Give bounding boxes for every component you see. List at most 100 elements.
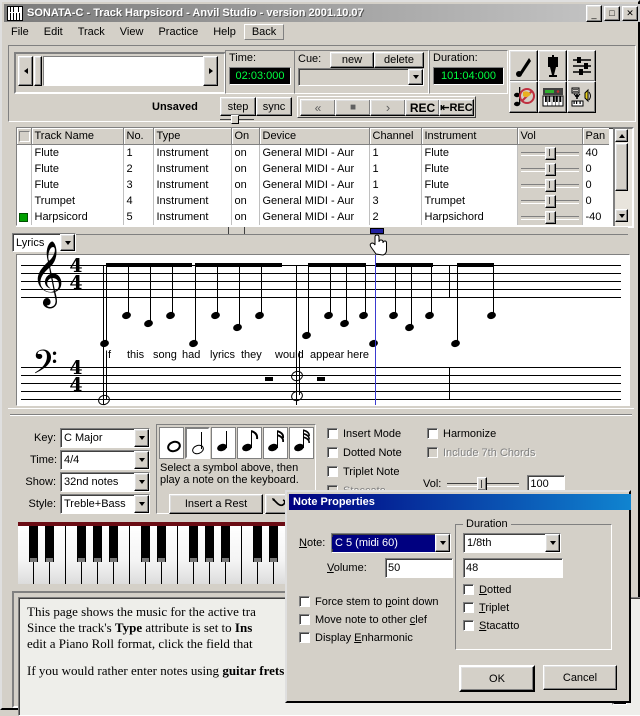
- guitar-pick-icon[interactable]: [509, 50, 538, 82]
- cell-on[interactable]: on: [231, 177, 260, 193]
- minimize-button[interactable]: _: [586, 5, 602, 22]
- cell-instrument[interactable]: Flute: [421, 144, 518, 161]
- checkbox-box[interactable]: [327, 466, 338, 477]
- step-button[interactable]: step: [220, 97, 256, 116]
- cell-channel[interactable]: 2: [369, 209, 422, 225]
- cell-vol[interactable]: [517, 144, 583, 161]
- cell-type[interactable]: Instrument: [153, 209, 232, 225]
- cell-no[interactable]: 3: [123, 177, 154, 193]
- insert-rest-button[interactable]: Insert a Rest: [169, 494, 263, 514]
- sync-button[interactable]: sync: [256, 97, 292, 116]
- keyboard-synth-icon[interactable]: [538, 81, 567, 113]
- note-properties-dialog[interactable]: Note Properties Note: C 5 (midi 60) Volu…: [285, 490, 631, 703]
- cell-device[interactable]: General MIDI - Aur: [259, 209, 370, 225]
- col-header-channel[interactable]: Channel: [369, 128, 422, 145]
- cell-track-name[interactable]: Flute: [31, 144, 124, 161]
- metronome-speaker-icon[interactable]: [567, 81, 596, 113]
- microphone-icon[interactable]: [538, 50, 567, 82]
- menu-item-help[interactable]: Help: [206, 25, 243, 39]
- cell-instrument[interactable]: Flute: [421, 161, 518, 177]
- table-row[interactable]: Trumpet 4 Instrument on General MIDI - Aur 3 T…: [17, 193, 609, 209]
- table-row[interactable]: Flute 2 Instrument on General MIDI - Aur 1 Flu…: [17, 161, 609, 177]
- menu-item-practice[interactable]: Practice: [151, 25, 205, 39]
- sixteenth-note-button[interactable]: [263, 427, 288, 459]
- cell-no[interactable]: 5: [123, 209, 154, 225]
- checkbox-move-note-other-clef[interactable]: Move note to other clef: [299, 612, 439, 627]
- cell-track-name[interactable]: Flute: [31, 177, 124, 193]
- cell-device[interactable]: General MIDI - Aur: [259, 161, 370, 177]
- cell-vol[interactable]: [517, 209, 583, 225]
- cell-device[interactable]: General MIDI - Aur: [259, 144, 370, 161]
- cell-active[interactable]: [17, 193, 32, 209]
- piano-black-key[interactable]: [221, 526, 230, 562]
- checkbox-stacatto[interactable]: Stacatto: [463, 618, 519, 633]
- cell-vol[interactable]: [517, 177, 583, 193]
- chevron-down-icon[interactable]: [545, 534, 560, 552]
- piano-black-key[interactable]: [205, 526, 214, 562]
- scroll-down-button[interactable]: [615, 209, 628, 222]
- chevron-down-icon[interactable]: [134, 472, 149, 491]
- table-row[interactable]: Flute 1 Instrument on General MIDI - Aur 1 Flu…: [17, 144, 609, 161]
- col-header-pan[interactable]: Pan: [582, 128, 609, 145]
- notation-area[interactable]: 𝄞 𝄢 44 44 If this song had lyrics they w…: [16, 246, 630, 407]
- cue-delete-button[interactable]: delete: [374, 52, 424, 68]
- cell-track-name[interactable]: Harpsicord: [31, 209, 124, 225]
- checkbox-box[interactable]: [427, 428, 438, 439]
- col-header-no[interactable]: No.: [123, 128, 154, 145]
- cell-type[interactable]: Instrument: [153, 144, 232, 161]
- col-header-type[interactable]: Type: [153, 128, 232, 145]
- col-header-track-name[interactable]: Track Name: [31, 128, 124, 145]
- menu-item-back[interactable]: Back: [243, 24, 285, 40]
- cue-combo[interactable]: [298, 68, 424, 86]
- checkbox-box[interactable]: [299, 596, 310, 607]
- scroll-left-button[interactable]: [18, 56, 33, 86]
- thirtysecond-note-button[interactable]: [289, 427, 314, 459]
- piano-black-key[interactable]: [93, 526, 102, 562]
- cue-new-button[interactable]: new: [330, 52, 374, 68]
- cell-no[interactable]: 1: [123, 144, 154, 161]
- cell-channel[interactable]: 1: [369, 177, 422, 193]
- checkbox-display-enharmonic[interactable]: Display Enharmonic: [299, 630, 439, 645]
- cell-instrument[interactable]: Trumpet: [421, 193, 518, 209]
- checkbox-dotted-note[interactable]: Dotted Note: [327, 445, 427, 460]
- cell-on[interactable]: on: [231, 144, 260, 161]
- step-slider[interactable]: [220, 115, 254, 124]
- track-list-scrollbar[interactable]: [613, 127, 634, 228]
- cell-channel[interactable]: 1: [369, 161, 422, 177]
- note-combo[interactable]: C 5 (midi 60): [331, 533, 451, 553]
- maximize-button[interactable]: □: [604, 6, 620, 21]
- cell-track-name[interactable]: Flute: [31, 161, 124, 177]
- cell-no[interactable]: 4: [123, 193, 154, 209]
- cell-pan[interactable]: 0: [582, 161, 609, 177]
- checkbox-triplet-note[interactable]: Triplet Note: [327, 464, 427, 479]
- cell-no[interactable]: 2: [123, 161, 154, 177]
- key-combo[interactable]: C Major: [60, 427, 150, 448]
- checkbox-box[interactable]: [299, 614, 310, 625]
- checkbox-triplet[interactable]: Triplet: [463, 600, 519, 615]
- cell-vol[interactable]: [517, 193, 583, 209]
- chevron-down-icon[interactable]: [408, 69, 423, 85]
- whole-note-button[interactable]: [159, 427, 184, 459]
- col-header-instrument[interactable]: Instrument: [421, 128, 518, 145]
- piano-keyboard[interactable]: [18, 522, 286, 584]
- no-notes-icon[interactable]: [509, 81, 538, 113]
- cell-device[interactable]: General MIDI - Aur: [259, 177, 370, 193]
- position-scrollbar[interactable]: [14, 52, 226, 94]
- cell-pan[interactable]: -40: [582, 209, 609, 225]
- duration-ticks-field[interactable]: 48: [463, 558, 563, 578]
- cell-type[interactable]: Instrument: [153, 161, 232, 177]
- cell-active[interactable]: [17, 161, 32, 177]
- piano-black-key[interactable]: [253, 526, 262, 562]
- cell-type[interactable]: Instrument: [153, 193, 232, 209]
- time-combo[interactable]: 4/4: [60, 449, 150, 470]
- ok-button[interactable]: OK: [459, 665, 535, 692]
- cell-track-name[interactable]: Trumpet: [31, 193, 124, 209]
- style-combo[interactable]: Treble+Bass: [60, 493, 150, 514]
- record-button[interactable]: REC: [405, 99, 440, 116]
- cell-active[interactable]: [17, 144, 32, 161]
- rewind-button[interactable]: «: [300, 99, 336, 116]
- menu-item-track[interactable]: Track: [71, 25, 112, 39]
- cell-instrument[interactable]: Flute: [421, 177, 518, 193]
- cell-active[interactable]: [17, 209, 32, 225]
- menu-item-view[interactable]: View: [113, 25, 151, 39]
